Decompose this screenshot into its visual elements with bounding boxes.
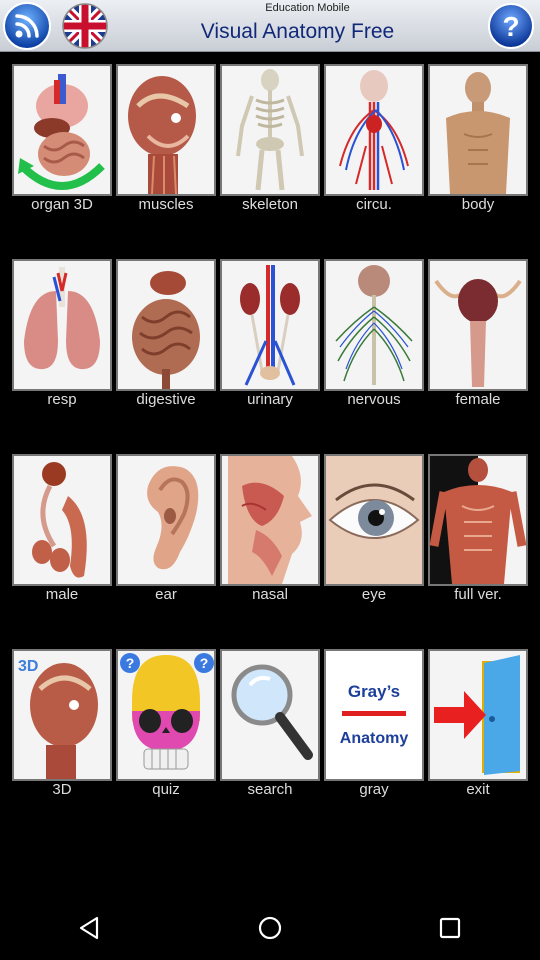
tile-exit[interactable]: exit <box>428 649 528 799</box>
circulatory-icon <box>324 64 424 196</box>
tile-female[interactable]: female <box>428 259 528 409</box>
exit-door-icon <box>428 649 528 781</box>
tile-organ-3d[interactable]: organ 3D <box>12 64 112 214</box>
nervous-icon <box>324 259 424 391</box>
tile-digestive[interactable]: digestive <box>116 259 216 409</box>
tile-gray[interactable]: Gray’s Anatomy gray <box>324 649 424 799</box>
grays-anatomy-icon: Gray’s Anatomy <box>324 649 424 781</box>
tile-label: urinary <box>247 391 293 408</box>
tile-label: female <box>455 391 501 408</box>
tile-label: eye <box>361 586 387 603</box>
tile-muscles[interactable]: muscles <box>116 64 216 214</box>
tile-label: circu. <box>356 196 392 213</box>
tile-quiz[interactable]: ? ? quiz <box>116 649 216 799</box>
tile-label: male <box>45 586 79 603</box>
tile-label: nervous <box>347 391 401 408</box>
tile-nasal[interactable]: nasal <box>220 454 320 604</box>
recents-icon[interactable] <box>420 898 480 958</box>
eye-icon <box>324 454 424 586</box>
app-header: Education Mobile Visual Anatomy Free ? <box>0 0 540 52</box>
tile-label: quiz <box>152 781 180 798</box>
svg-text:?: ? <box>126 655 135 671</box>
tile-circulatory[interactable]: circu. <box>324 64 424 214</box>
system-navbar <box>0 896 540 960</box>
ear-icon <box>116 454 216 586</box>
tile-search[interactable]: search <box>220 649 320 799</box>
wifi-icon[interactable] <box>2 1 52 51</box>
digestive-icon <box>116 259 216 391</box>
help-icon[interactable]: ? <box>486 1 536 51</box>
tile-label: ear <box>155 586 177 603</box>
tile-skeleton[interactable]: skeleton <box>220 64 320 214</box>
kidneys-icon <box>220 259 320 391</box>
back-icon[interactable] <box>60 898 120 958</box>
publisher-label: Education Mobile <box>265 2 350 14</box>
tile-label: skeleton <box>242 196 298 213</box>
tile-label: digestive <box>136 391 196 408</box>
app-title: Visual Anatomy Free <box>200 20 395 43</box>
tile-label: nasal <box>252 586 288 603</box>
organs-icon <box>12 64 112 196</box>
tile-urinary[interactable]: urinary <box>220 259 320 409</box>
head-muscles-icon <box>116 64 216 196</box>
full-body-muscles-icon <box>428 454 528 586</box>
tile-body[interactable]: body <box>428 64 528 214</box>
tile-ear[interactable]: ear <box>116 454 216 604</box>
tile-label: body <box>461 196 495 213</box>
tile-label: muscles <box>138 196 194 213</box>
svg-text:?: ? <box>502 11 519 42</box>
tile-eye[interactable]: eye <box>324 454 424 604</box>
tile-3d[interactable]: 3D 3D <box>12 649 112 799</box>
grays-title: Gray’s <box>348 682 400 701</box>
body-icon <box>428 64 528 196</box>
tile-male[interactable]: male <box>12 454 112 604</box>
3d-head-icon: 3D <box>12 649 112 781</box>
nasal-icon <box>220 454 320 586</box>
male-icon <box>12 454 112 586</box>
uk-flag-icon[interactable] <box>60 1 110 51</box>
tile-label: resp <box>47 391 77 408</box>
tile-label: exit <box>466 781 490 798</box>
tile-resp[interactable]: resp <box>12 259 112 409</box>
skull-quiz-icon: ? ? <box>116 649 216 781</box>
tile-label: organ 3D <box>31 196 93 213</box>
magnifier-icon <box>220 649 320 781</box>
tile-label: 3D <box>52 781 72 798</box>
female-icon <box>428 259 528 391</box>
3d-badge: 3D <box>18 658 38 675</box>
tile-label: gray <box>359 781 389 798</box>
tile-label: full ver. <box>454 586 502 603</box>
grays-subtitle: Anatomy <box>340 730 409 747</box>
skeleton-icon <box>220 64 320 196</box>
lungs-icon <box>12 259 112 391</box>
tile-nervous[interactable]: nervous <box>324 259 424 409</box>
anatomy-menu-grid: organ 3D muscles skeleton circu. body re… <box>0 52 540 896</box>
tile-full-version[interactable]: full ver. <box>428 454 528 604</box>
svg-text:?: ? <box>200 655 209 671</box>
tile-label: search <box>247 781 293 798</box>
home-icon[interactable] <box>240 898 300 958</box>
